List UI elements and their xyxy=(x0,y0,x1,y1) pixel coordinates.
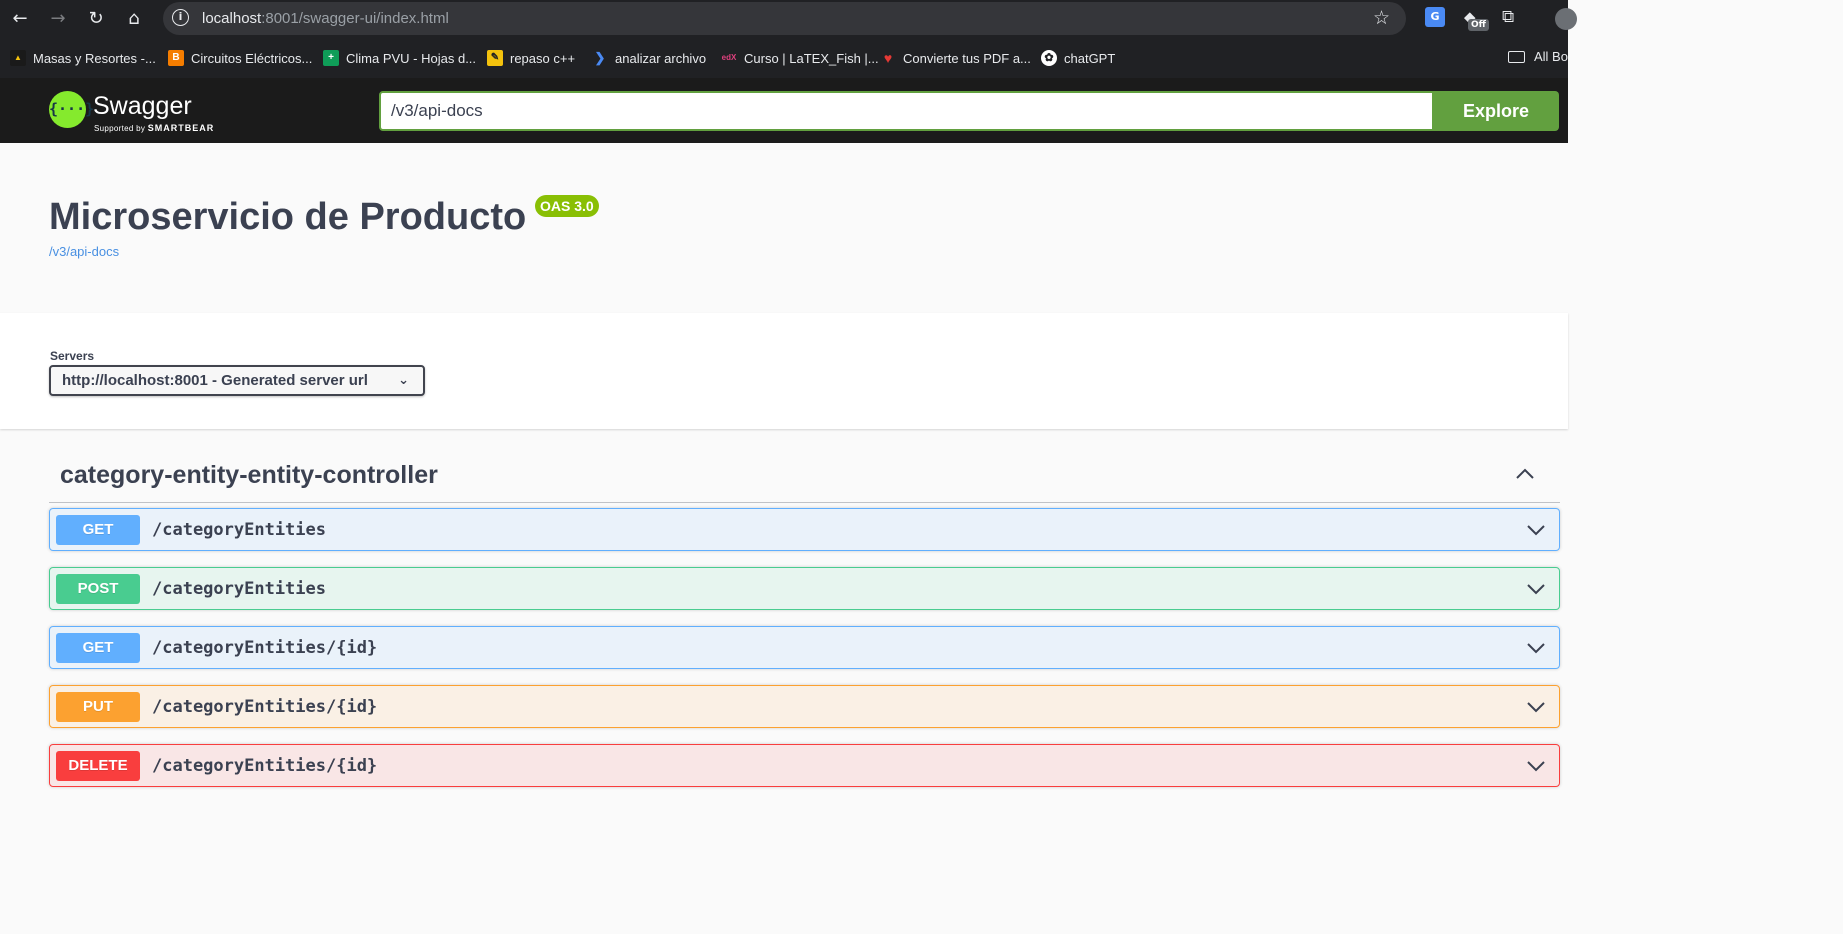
bookmark-label: Clima PVU - Hojas d... xyxy=(346,50,477,66)
extension-off-icon[interactable]: ◆ Off xyxy=(1464,7,1489,31)
logo-sub-prefix: Supported by xyxy=(94,124,146,133)
extensions-puzzle-icon[interactable]: ⧉ xyxy=(1502,7,1514,27)
all-bookmarks-button[interactable]: All Bo xyxy=(1508,49,1568,64)
sheets-icon: + xyxy=(323,50,339,66)
home-icon[interactable]: ⌂ xyxy=(122,7,146,31)
bookmark-item[interactable]: ▲ Masas y Resortes -... xyxy=(10,49,156,67)
translate-extension-icon[interactable]: G xyxy=(1425,7,1445,27)
spec-url-input[interactable]: /v3/api-docs xyxy=(379,91,1434,131)
operation-path: /categoryEntities/{id} xyxy=(152,756,378,776)
operation-path: /categoryEntities xyxy=(152,579,326,599)
operation-path: /categoryEntities xyxy=(152,520,326,540)
bookmark-label: Curso | LaTEX_Fish |... xyxy=(744,50,879,66)
operation-get-category-entity-by-id[interactable]: GET /categoryEntities/{id} xyxy=(49,626,1560,669)
operation-put-category-entity[interactable]: PUT /categoryEntities/{id} xyxy=(49,685,1560,728)
edx-icon: edX xyxy=(721,53,737,62)
forward-arrow-icon[interactable]: → xyxy=(46,7,70,31)
bookmark-label: chatGPT xyxy=(1064,50,1116,66)
method-badge: POST xyxy=(56,574,140,604)
phet-icon: ▲ xyxy=(10,50,26,66)
powershell-icon: ❯ xyxy=(594,50,606,65)
operation-path: /categoryEntities/{id} xyxy=(152,638,378,658)
logo-sub-brand: SMARTBEAR xyxy=(147,123,215,133)
bookmark-item[interactable]: ♥ Convierte tus PDF a... xyxy=(880,49,1031,67)
bookmark-item[interactable]: edX Curso | LaTEX_Fish |... xyxy=(721,49,879,67)
version-badge: OAS 3.0 xyxy=(535,195,599,217)
page-title: Microservicio de Producto xyxy=(49,196,527,238)
method-badge: DELETE xyxy=(56,751,140,781)
tag-name: category-entity-entity-controller xyxy=(60,461,438,489)
url-host: localhost xyxy=(202,10,262,27)
swagger-logo-icon[interactable]: {···} xyxy=(49,91,94,128)
method-badge: PUT xyxy=(56,692,140,722)
swagger-topbar: {···} Swagger Supported by SMARTBEAR /v3… xyxy=(0,78,1568,143)
bookmark-label: Masas y Resortes -... xyxy=(33,50,156,66)
address-bar[interactable]: i localhost:8001/swagger-ui/index.html ☆ xyxy=(163,2,1406,35)
bookmark-item[interactable]: + Clima PVU - Hojas d... xyxy=(323,49,476,67)
operation-delete-category-entity[interactable]: DELETE /categoryEntities/{id} xyxy=(49,744,1560,787)
browser-toolbar: ← → ↻ ⌂ i localhost:8001/swagger-ui/inde… xyxy=(0,0,1577,38)
heart-icon: ♥ xyxy=(883,50,893,66)
extension-off-badge: Off xyxy=(1468,19,1489,31)
bookmark-item[interactable]: ✿ chatGPT xyxy=(1041,49,1115,67)
bookmark-label: Convierte tus PDF a... xyxy=(903,50,1031,66)
bookmark-label: analizar archivo xyxy=(615,50,707,66)
swagger-logo-subtitle: Supported by SMARTBEAR xyxy=(94,123,214,133)
back-arrow-icon[interactable]: ← xyxy=(8,7,32,31)
bookmark-star-icon[interactable]: ☆ xyxy=(1373,7,1390,29)
profile-avatar[interactable] xyxy=(1555,8,1577,30)
folder-icon xyxy=(1508,50,1525,63)
bookmark-item[interactable]: ✎ repaso c++ xyxy=(487,49,575,67)
swagger-logo-text[interactable]: Swagger xyxy=(93,92,192,121)
address-url[interactable]: localhost:8001/swagger-ui/index.html xyxy=(202,10,449,27)
tag-header[interactable]: category-entity-entity-controller xyxy=(49,450,1560,503)
chevron-up-icon[interactable] xyxy=(1513,462,1537,486)
servers-section: Servers http://localhost:8001 - Generate… xyxy=(0,313,1568,429)
operation-post-category-entities[interactable]: POST /categoryEntities xyxy=(49,567,1560,610)
operation-get-category-entities[interactable]: GET /categoryEntities xyxy=(49,508,1560,551)
chevron-down-icon[interactable] xyxy=(1525,696,1547,718)
servers-selected-value: http://localhost:8001 - Generated server… xyxy=(62,372,368,389)
bookmark-item[interactable]: ❯ analizar archivo xyxy=(592,49,707,67)
method-badge: GET xyxy=(56,633,140,663)
operation-path: /categoryEntities/{id} xyxy=(152,697,378,717)
pencil-icon: ✎ xyxy=(487,50,503,66)
chevron-down-icon: ⌄ xyxy=(398,373,409,388)
servers-select[interactable]: http://localhost:8001 - Generated server… xyxy=(49,365,425,396)
explore-button[interactable]: Explore xyxy=(1433,91,1559,131)
reload-icon[interactable]: ↻ xyxy=(84,7,108,31)
method-badge: GET xyxy=(56,515,140,545)
all-bookmarks-label: All Bo xyxy=(1534,49,1568,64)
bookmark-item[interactable]: B Circuitos Eléctricos... xyxy=(168,49,312,67)
bookmarks-bar: ▲ Masas y Resortes -... B Circuitos Eléctr… xyxy=(0,38,1568,78)
servers-label: Servers xyxy=(50,349,95,363)
spec-link[interactable]: /v3/api-docs xyxy=(49,244,119,259)
blogger-icon: B xyxy=(168,50,184,66)
url-path: :8001/swagger-ui/index.html xyxy=(261,10,449,27)
openai-icon: ✿ xyxy=(1041,50,1057,66)
chevron-down-icon[interactable] xyxy=(1525,578,1547,600)
site-info-icon[interactable]: i xyxy=(172,9,189,26)
chevron-down-icon[interactable] xyxy=(1525,755,1547,777)
chevron-down-icon[interactable] xyxy=(1525,637,1547,659)
bookmark-label: repaso c++ xyxy=(510,50,576,66)
bookmark-label: Circuitos Eléctricos... xyxy=(191,50,313,66)
chevron-down-icon[interactable] xyxy=(1525,519,1547,541)
api-info: Microservicio de Producto OAS 3.0 /v3/ap… xyxy=(0,143,1568,313)
